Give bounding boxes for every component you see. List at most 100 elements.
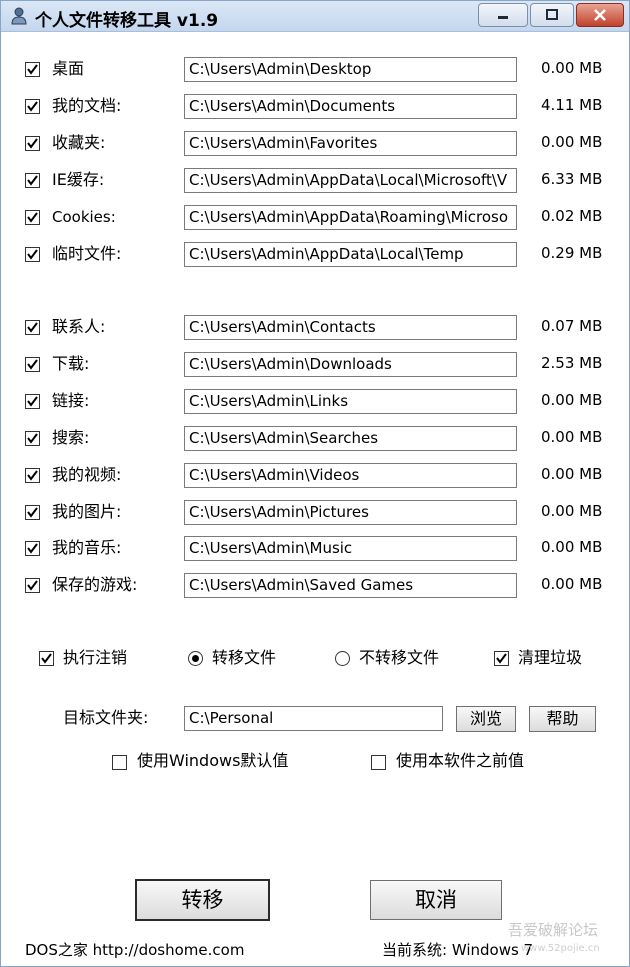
clean-junk-checkbox[interactable]	[494, 651, 509, 666]
folder-size: 2.53 MB	[541, 354, 603, 372]
minimize-button[interactable]	[478, 3, 528, 27]
folder-size: 0.00 MB	[541, 465, 603, 483]
main-window: 个人文件转移工具 v1.9 桌面 C:\Users\Admin\Desktop 0.…	[0, 0, 630, 967]
checkmark-icon	[27, 396, 38, 407]
checkmark-icon	[27, 580, 38, 591]
folder-path-field[interactable]: C:\Users\Admin\AppData\Local\Microsoft\V	[184, 168, 517, 193]
folder-checkbox[interactable]	[25, 62, 40, 77]
folder-size: 0.29 MB	[541, 244, 603, 262]
checkmark-icon	[27, 433, 38, 444]
checkmark-icon	[27, 322, 38, 333]
cancel-button[interactable]: 取消	[370, 880, 502, 920]
checkmark-icon	[27, 470, 38, 481]
folder-path-field[interactable]: C:\Users\Admin\Videos	[184, 463, 517, 488]
checkmark-icon	[27, 101, 38, 112]
target-folder-label: 目标文件夹:	[63, 708, 149, 727]
browse-button[interactable]: 浏览	[456, 706, 516, 732]
windows-default-label: 使用Windows默认值	[137, 751, 289, 770]
folder-checkbox[interactable]	[25, 173, 40, 188]
move-files-radio[interactable]	[188, 651, 203, 666]
folder-checkbox[interactable]	[25, 505, 40, 520]
logoff-checkbox[interactable]	[39, 651, 54, 666]
folder-checkbox[interactable]	[25, 357, 40, 372]
folder-checkbox[interactable]	[25, 320, 40, 335]
folder-label: 桌面	[52, 59, 85, 78]
folder-label: 我的文档:	[52, 96, 122, 115]
folder-label: 我的音乐:	[52, 538, 122, 557]
minimize-icon	[498, 16, 508, 19]
checkmark-icon	[496, 653, 507, 664]
checkmark-icon	[27, 507, 38, 518]
folder-label: 我的视频:	[52, 465, 122, 484]
folder-checkbox[interactable]	[25, 247, 40, 262]
transfer-button[interactable]: 转移	[135, 879, 270, 921]
folder-size: 0.00 MB	[541, 538, 603, 556]
checkmark-icon	[41, 653, 52, 664]
checkmark-icon	[27, 64, 38, 75]
checkmark-icon	[27, 249, 38, 260]
folder-label: 临时文件:	[52, 244, 122, 263]
move-files-label: 转移文件	[212, 648, 277, 667]
clean-junk-label: 清理垃圾	[518, 648, 583, 667]
folder-label: 搜索:	[52, 428, 90, 447]
folder-label: 下载:	[52, 354, 90, 373]
windows-default-checkbox[interactable]	[112, 755, 127, 770]
folder-path-field[interactable]: C:\Users\Admin\AppData\Local\Temp	[184, 242, 517, 267]
folder-checkbox[interactable]	[25, 431, 40, 446]
maximize-icon	[546, 9, 558, 20]
folder-label: 链接:	[52, 391, 90, 410]
no-move-files-radio[interactable]	[335, 651, 350, 666]
watermark-text: 吾爱破解论坛	[508, 921, 599, 939]
help-button[interactable]: 帮助	[529, 706, 596, 732]
checkmark-icon	[27, 175, 38, 186]
folder-size: 0.00 MB	[541, 428, 603, 446]
folder-size: 6.33 MB	[541, 170, 603, 188]
folder-checkbox[interactable]	[25, 99, 40, 114]
folder-path-field[interactable]: C:\Users\Admin\Links	[184, 389, 517, 414]
target-folder-input[interactable]: C:\Personal	[184, 706, 443, 731]
folder-size: 4.11 MB	[541, 96, 603, 114]
folder-label: 保存的游戏:	[52, 575, 138, 594]
folder-path-field[interactable]: C:\Users\Admin\Music	[184, 536, 517, 561]
close-icon	[594, 9, 606, 21]
folder-path-field[interactable]: C:\Users\Admin\Searches	[184, 426, 517, 451]
folder-checkbox[interactable]	[25, 541, 40, 556]
user-icon	[11, 7, 27, 25]
folder-path-field[interactable]: C:\Users\Admin\Favorites	[184, 131, 517, 156]
folder-size: 0.07 MB	[541, 317, 603, 335]
folder-path-field[interactable]: C:\Users\Admin\Downloads	[184, 352, 517, 377]
folder-checkbox[interactable]	[25, 394, 40, 409]
current-system: 当前系统: Windows 7	[382, 941, 534, 959]
folder-path-field[interactable]: C:\Users\Admin\Pictures	[184, 500, 517, 525]
title-bar[interactable]: 个人文件转移工具 v1.9	[1, 1, 629, 32]
previous-values-label: 使用本软件之前值	[396, 751, 525, 770]
folder-label: 收藏夹:	[52, 133, 106, 152]
folder-checkbox[interactable]	[25, 210, 40, 225]
folder-size: 0.00 MB	[541, 59, 603, 77]
radio-selected-dot	[192, 655, 199, 662]
folder-path-field[interactable]: C:\Users\Admin\Desktop	[184, 57, 517, 82]
folder-label: Cookies:	[52, 208, 116, 226]
folder-path-field[interactable]: C:\Users\Admin\Contacts	[184, 315, 517, 340]
window-title: 个人文件转移工具 v1.9	[35, 11, 219, 31]
folder-path-field[interactable]: C:\Users\Admin\Saved Games	[184, 573, 517, 598]
close-button[interactable]	[576, 3, 624, 27]
checkmark-icon	[27, 212, 38, 223]
folder-path-field[interactable]: C:\Users\Admin\Documents	[184, 94, 517, 119]
no-move-files-label: 不转移文件	[359, 648, 440, 667]
checkmark-icon	[27, 138, 38, 149]
folder-size: 0.02 MB	[541, 207, 603, 225]
previous-values-checkbox[interactable]	[371, 755, 386, 770]
watermark-url: www.52pojie.cn	[521, 943, 600, 954]
folder-path-field[interactable]: C:\Users\Admin\AppData\Roaming\Microso	[184, 205, 517, 230]
folder-checkbox[interactable]	[25, 136, 40, 151]
checkmark-icon	[27, 543, 38, 554]
checkmark-icon	[27, 359, 38, 370]
folder-size: 0.00 MB	[541, 502, 603, 520]
maximize-button[interactable]	[530, 3, 574, 27]
folder-size: 0.00 MB	[541, 391, 603, 409]
folder-checkbox[interactable]	[25, 578, 40, 593]
folder-label: 联系人:	[52, 317, 106, 336]
folder-checkbox[interactable]	[25, 468, 40, 483]
footer-website: DOS之家 http://doshome.com	[25, 941, 245, 959]
